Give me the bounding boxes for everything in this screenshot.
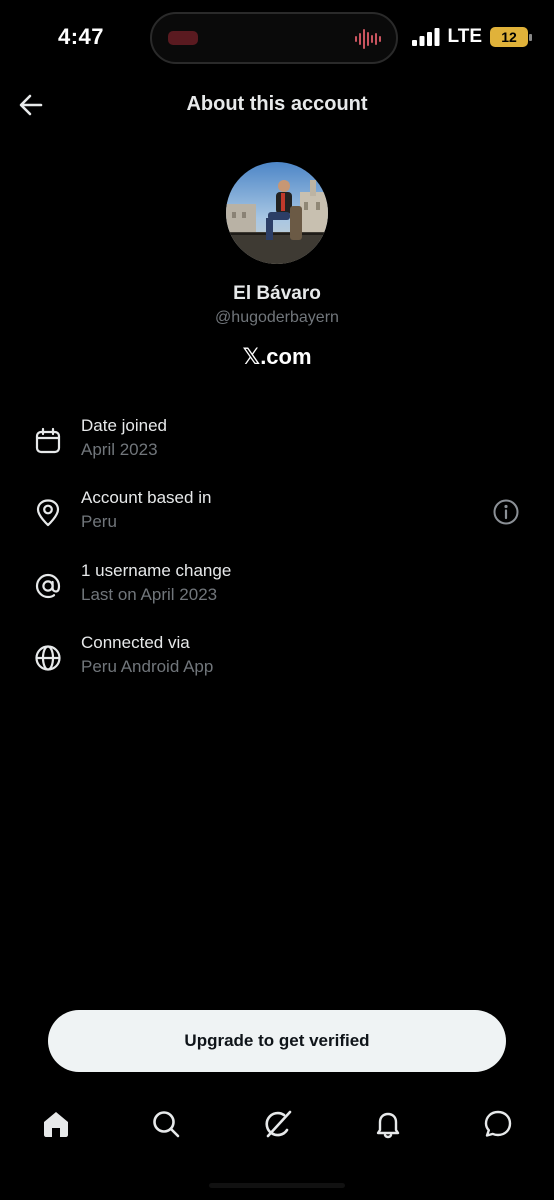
info-label: Account based in xyxy=(81,488,212,507)
upgrade-button[interactable]: Upgrade to get verified xyxy=(48,1010,506,1072)
info-label: 1 username change xyxy=(81,561,232,580)
globe-icon xyxy=(35,645,61,671)
location-pin-icon xyxy=(36,499,60,527)
info-value: Last on April 2023 xyxy=(81,585,218,604)
dynamic-island xyxy=(150,12,398,64)
notifications-bell-icon[interactable] xyxy=(372,1108,404,1140)
messages-icon[interactable] xyxy=(482,1108,514,1140)
site-suffix: .com xyxy=(260,344,312,369)
header: About this account xyxy=(0,76,554,134)
info-label: Connected via xyxy=(81,633,190,652)
display-name: El Bávaro xyxy=(233,283,321,304)
page-title: About this account xyxy=(186,93,368,115)
bottom-nav xyxy=(0,1094,554,1156)
avatar[interactable] xyxy=(226,162,328,264)
info-row-date-joined: Date joined April 2023 xyxy=(0,416,554,476)
info-value: Peru xyxy=(81,512,117,531)
cellular-signal-icon xyxy=(411,28,440,46)
network-type: LTE xyxy=(447,26,482,47)
info-value: April 2023 xyxy=(81,440,158,459)
x-logo-icon: 𝕏 xyxy=(242,345,261,370)
calendar-icon xyxy=(35,427,61,454)
username-handle: @hugoderbayern xyxy=(215,309,339,326)
info-icon[interactable] xyxy=(492,498,520,526)
info-row-username-change: 1 username change Last on April 2023 xyxy=(0,561,554,621)
home-icon[interactable] xyxy=(40,1108,72,1140)
status-time: 4:47 xyxy=(58,24,105,49)
battery-icon: 12 xyxy=(490,27,532,47)
info-row-account-based-in: Account based in Peru xyxy=(0,488,554,548)
audio-waveform-icon xyxy=(355,29,381,49)
grok-icon[interactable] xyxy=(262,1108,294,1140)
search-icon[interactable] xyxy=(150,1108,182,1140)
info-value: Peru Android App xyxy=(81,657,214,676)
x-com-label: 𝕏.com xyxy=(0,344,554,370)
recording-indicator xyxy=(168,31,198,45)
home-indicator xyxy=(209,1183,345,1188)
battery-level: 12 xyxy=(501,29,517,45)
info-label: Date joined xyxy=(81,416,168,435)
info-row-connected-via: Connected via Peru Android App xyxy=(0,633,554,693)
at-sign-icon xyxy=(35,573,61,599)
status-bar: 4:47 LTE 12 xyxy=(0,0,554,76)
